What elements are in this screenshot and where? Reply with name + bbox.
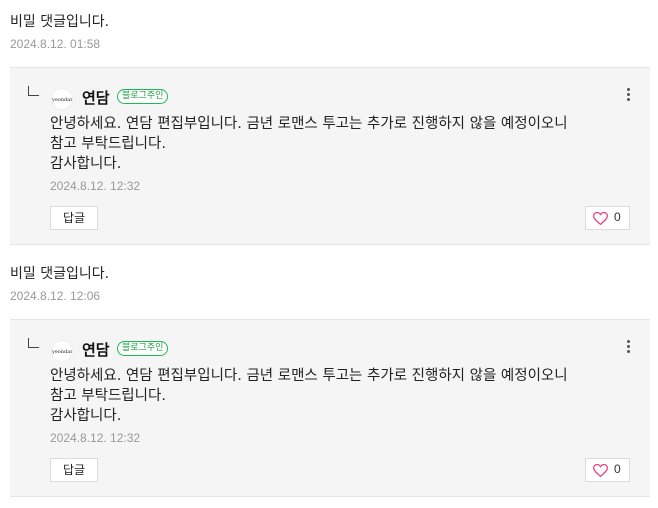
comment-item: 비밀 댓글입니다. 2024.8.12. 12:06	[0, 245, 658, 319]
reply-arrow-icon	[28, 86, 39, 96]
reply-line: 참고 부탁드립니다.	[50, 136, 166, 152]
reply-arrow-icon	[28, 338, 39, 348]
reply-body: 안녕하세요. 연담 편집부입니다. 금년 로맨스 투고는 추가로 진행하지 않을…	[50, 366, 640, 426]
reply-date: 2024.8.12. 12:32	[50, 431, 141, 445]
like-button[interactable]: 0	[585, 458, 630, 482]
reply-button[interactable]: 답글	[50, 206, 98, 230]
reply-line: 감사합니다.	[50, 408, 122, 424]
reply-line: 안녕하세요. 연담 편집부입니다. 금년 로맨스 투고는 추가로 진행하지 않을…	[50, 368, 568, 384]
reply-body: 안녕하세요. 연담 편집부입니다. 금년 로맨스 투고는 추가로 진행하지 않을…	[50, 114, 640, 174]
more-options-icon[interactable]	[627, 340, 630, 355]
comment-date: 2024.8.12. 12:06	[10, 289, 101, 303]
like-button[interactable]: 0	[585, 206, 630, 230]
reply-author[interactable]: 연담	[82, 87, 110, 108]
like-count: 0	[614, 462, 621, 476]
reply-date: 2024.8.12. 12:32	[50, 179, 141, 193]
owner-badge: 블로그주인	[117, 89, 169, 104]
reply-button[interactable]: 답글	[50, 458, 98, 482]
reply-line: 안녕하세요. 연담 편집부입니다. 금년 로맨스 투고는 추가로 진행하지 않을…	[50, 116, 568, 132]
comment-date: 2024.8.12. 01:58	[10, 37, 101, 51]
comment-text: 비밀 댓글입니다.	[10, 266, 110, 282]
heart-icon	[593, 464, 608, 477]
reply-item: yeondam 연담 블로그주인 안녕하세요. 연담 편집부입니다. 금년 로맨…	[10, 67, 650, 245]
reply-author[interactable]: 연담	[82, 339, 110, 360]
heart-icon	[593, 212, 608, 225]
avatar[interactable]: yeondam	[51, 88, 73, 110]
comment-text: 비밀 댓글입니다.	[10, 14, 110, 30]
owner-badge: 블로그주인	[117, 341, 169, 356]
more-options-icon[interactable]	[627, 88, 630, 103]
like-count: 0	[614, 210, 621, 224]
comment-item: 비밀 댓글입니다. 2024.8.12. 01:58	[0, 0, 658, 67]
reply-line: 감사합니다.	[50, 156, 122, 172]
reply-item: yeondam 연담 블로그주인 안녕하세요. 연담 편집부입니다. 금년 로맨…	[10, 319, 650, 497]
reply-line: 참고 부탁드립니다.	[50, 388, 166, 404]
avatar[interactable]: yeondam	[51, 340, 73, 362]
